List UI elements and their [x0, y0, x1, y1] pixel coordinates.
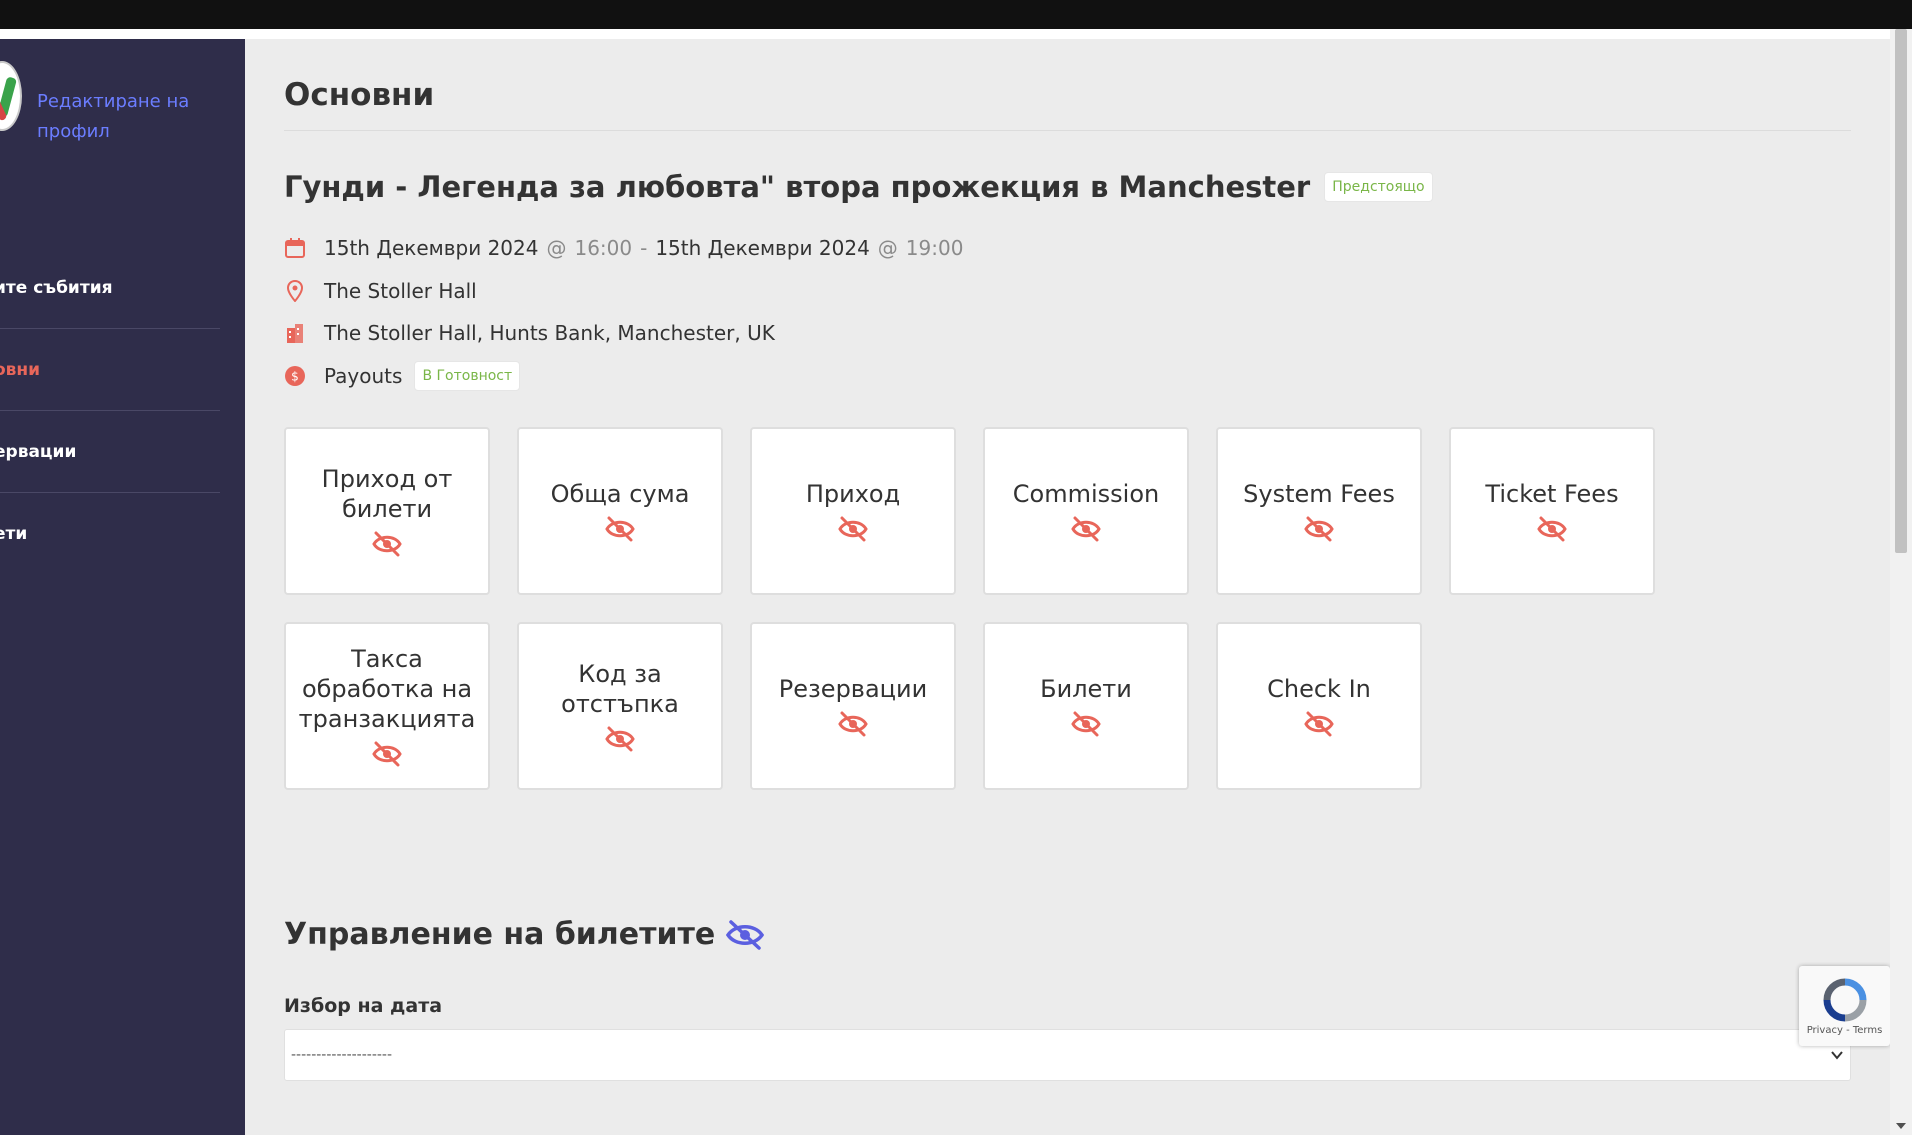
sidebar-item-reservations[interactable]: ервации [0, 411, 220, 493]
venue-name: The Stoller Hall [324, 279, 477, 303]
map-pin-icon [284, 279, 306, 303]
recaptcha-terms[interactable]: Privacy - Terms [1807, 1025, 1883, 1036]
eye-slash-icon[interactable] [837, 710, 869, 738]
date-select[interactable]: -------------------- [284, 1029, 1851, 1081]
venue-address: The Stoller Hall, Hunts Bank, Manchester… [324, 321, 775, 345]
eye-slash-icon[interactable] [371, 530, 403, 558]
chevron-down-icon [1831, 1051, 1843, 1060]
stat-card-ticket-fees[interactable]: Ticket Fees [1449, 427, 1655, 595]
eye-slash-icon[interactable] [1070, 710, 1102, 738]
sidebar-item-label: ервации [0, 441, 77, 462]
recaptcha-badge[interactable]: Privacy - Terms [1799, 966, 1890, 1046]
scroll-down-arrow-icon[interactable] [1896, 1123, 1906, 1129]
stat-card-label: Ticket Fees [1485, 480, 1619, 508]
sidebar: Редактиране на профил ите събития овни е… [0, 39, 245, 1135]
browser-top-bar [0, 0, 1912, 29]
calendar-icon [284, 236, 306, 260]
event-venue-row: The Stoller Hall [284, 279, 477, 303]
event-date-row: 15th Декември 2024 @ 16:00 - 15th Декемв… [284, 236, 963, 260]
stat-card-label: Приход от билети [321, 465, 453, 523]
main-content: Основни Гунди - Легенда за любовта" втор… [245, 39, 1890, 1135]
stat-card-label: Резервации [778, 675, 928, 703]
payouts-status-badge: В Готовност [414, 361, 521, 391]
eye-slash-icon[interactable] [604, 725, 636, 753]
stat-card-tickets[interactable]: Билети [983, 622, 1189, 790]
dollar-coin-icon: $ [284, 364, 306, 388]
sidebar-item-basics[interactable]: овни [0, 329, 220, 411]
building-icon [284, 321, 306, 345]
stat-card-system-fees[interactable]: System Fees [1216, 427, 1422, 595]
date-separator: - [640, 236, 648, 260]
scrollbar-thumb[interactable] [1895, 29, 1907, 553]
stat-card-label: Commission [1012, 480, 1160, 508]
date-select-label: Избор на дата [284, 995, 443, 1017]
eye-slash-icon[interactable] [1303, 710, 1335, 738]
stat-card-label: Check In [1267, 675, 1371, 703]
event-title: Гунди - Легенда за любовта" втора прожек… [284, 170, 1311, 204]
sidebar-item-tickets[interactable]: ети [0, 493, 220, 575]
payouts-row: $ Payouts В Готовност [284, 361, 521, 391]
event-title-row: Гунди - Легенда за любовта" втора прожек… [284, 170, 1433, 204]
eye-slash-icon[interactable] [371, 740, 403, 768]
stat-card-ticket-income[interactable]: Приход от билети [284, 427, 490, 595]
stat-card-total[interactable]: Обща сума [517, 427, 723, 595]
ticket-management-heading: Управление на билетите [284, 917, 765, 952]
recaptcha-logo-icon [1823, 978, 1866, 1021]
status-badge: Предстоящо [1324, 172, 1433, 202]
stat-card-commission[interactable]: Commission [983, 427, 1189, 595]
sidebar-item-label: ите събития [0, 277, 113, 298]
eye-slash-icon[interactable] [1536, 515, 1568, 543]
sidebar-nav: ите събития овни ервации ети [0, 247, 220, 575]
stat-card-label: Код за отстъпка [561, 660, 679, 718]
at-symbol: @ [877, 236, 898, 260]
stat-card-check-in[interactable]: Check In [1216, 622, 1422, 790]
eye-slash-icon[interactable] [1070, 515, 1102, 543]
eye-slash-icon[interactable] [725, 918, 765, 952]
stat-card-reservations[interactable]: Резервации [750, 622, 956, 790]
edit-profile-link[interactable]: Редактиране на профил [37, 87, 227, 147]
top-strip [0, 29, 1890, 39]
stat-card-label: Обща сума [550, 480, 690, 508]
date-select-value: -------------------- [291, 1047, 393, 1063]
section-title: Управление на билетите [284, 917, 716, 952]
sidebar-item-label: ети [0, 524, 28, 544]
start-time: 16:00 [574, 236, 633, 260]
eye-slash-icon[interactable] [837, 515, 869, 543]
stat-card-transaction-fee[interactable]: Такса обработка на транзакцията [284, 622, 490, 790]
stat-card-income[interactable]: Приход [750, 427, 956, 595]
end-time: 19:00 [905, 236, 964, 260]
start-date: 15th Декември 2024 [324, 236, 539, 260]
stat-card-discount-code[interactable]: Код за отстъпка [517, 622, 723, 790]
divider [284, 130, 1851, 131]
eye-slash-icon[interactable] [604, 515, 636, 543]
stat-card-label: Такса обработка на транзакцията [298, 645, 476, 733]
svg-text:$: $ [291, 370, 299, 384]
end-date: 15th Декември 2024 [655, 236, 870, 260]
at-symbol: @ [546, 236, 567, 260]
event-address-row: The Stoller Hall, Hunts Bank, Manchester… [284, 321, 775, 345]
page-title: Основни [284, 77, 435, 113]
stat-card-label: System Fees [1243, 480, 1395, 508]
stat-card-label: Приход [805, 480, 901, 508]
avatar[interactable] [0, 61, 22, 131]
sidebar-item-events[interactable]: ите събития [0, 247, 220, 329]
page-scrollbar[interactable] [1890, 29, 1912, 1135]
stat-card-label: Билети [1040, 675, 1132, 703]
eye-slash-icon[interactable] [1303, 515, 1335, 543]
sidebar-item-label: овни [0, 359, 41, 380]
payouts-label: Payouts [324, 364, 403, 388]
